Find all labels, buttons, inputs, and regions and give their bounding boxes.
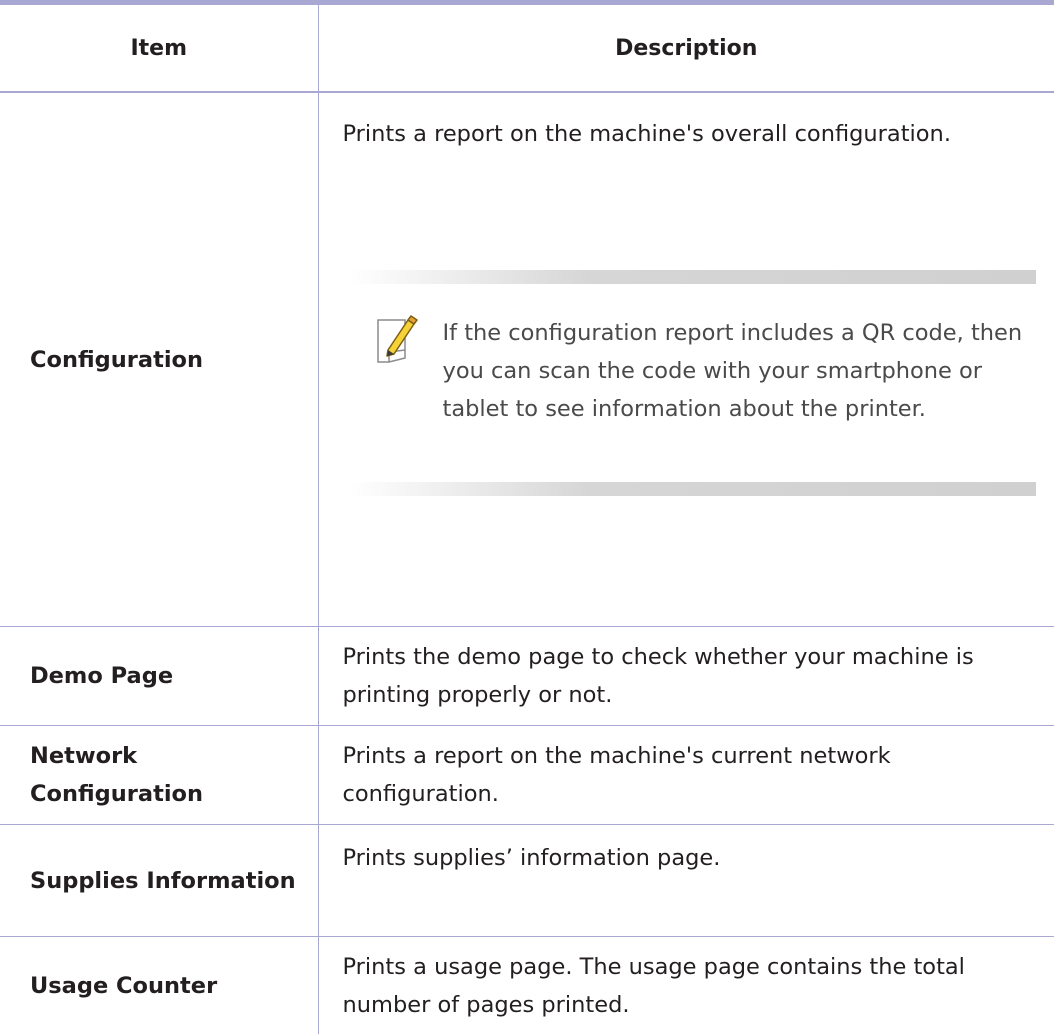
table-header: Item Description: [0, 3, 1054, 93]
description-cell: Prints a report on the machine's overall…: [318, 92, 1054, 627]
description-text: Prints supplies’ information page.: [318, 825, 1054, 937]
note-pencil-icon: [375, 314, 419, 364]
item-name: Usage Counter: [0, 937, 318, 1034]
note-divider-bottom: [349, 482, 1037, 496]
configuration-description: Prints a report on the machine's overall…: [343, 93, 1037, 626]
report-table-container: Item Description Configuration Prints a …: [0, 0, 1054, 1034]
report-items-table: Item Description Configuration Prints a …: [0, 0, 1054, 1034]
header-row: Item Description: [0, 3, 1054, 93]
item-name: Demo Page: [0, 627, 318, 726]
column-header-item: Item: [0, 3, 318, 93]
description-text: Prints a report on the machine's overall…: [343, 115, 951, 153]
table-row-configuration: Configuration Prints a report on the mac…: [0, 92, 1054, 627]
table-row-usage-counter: Usage Counter Prints a usage page. The u…: [0, 937, 1054, 1034]
column-header-description: Description: [318, 3, 1054, 93]
item-name: Network Configuration: [0, 726, 318, 825]
item-name: Configuration: [0, 92, 318, 627]
description-text: Prints the demo page to check whether yo…: [318, 627, 1054, 726]
note-divider-top: [349, 270, 1037, 284]
table-body: Configuration Prints a report on the mac…: [0, 92, 1054, 1034]
table-row-demo-page: Demo Page Prints the demo page to check …: [0, 627, 1054, 726]
table-row-network-configuration: Network Configuration Prints a report on…: [0, 726, 1054, 825]
description-text: Prints a report on the machine's current…: [318, 726, 1054, 825]
description-text: Prints a usage page. The usage page cont…: [318, 937, 1054, 1034]
note-box: If the configuration report includes a Q…: [349, 270, 1037, 496]
note-text: If the configuration report includes a Q…: [443, 314, 1027, 428]
item-name: Supplies Information: [0, 825, 318, 937]
table-row-supplies-information: Supplies Information Prints supplies’ in…: [0, 825, 1054, 937]
